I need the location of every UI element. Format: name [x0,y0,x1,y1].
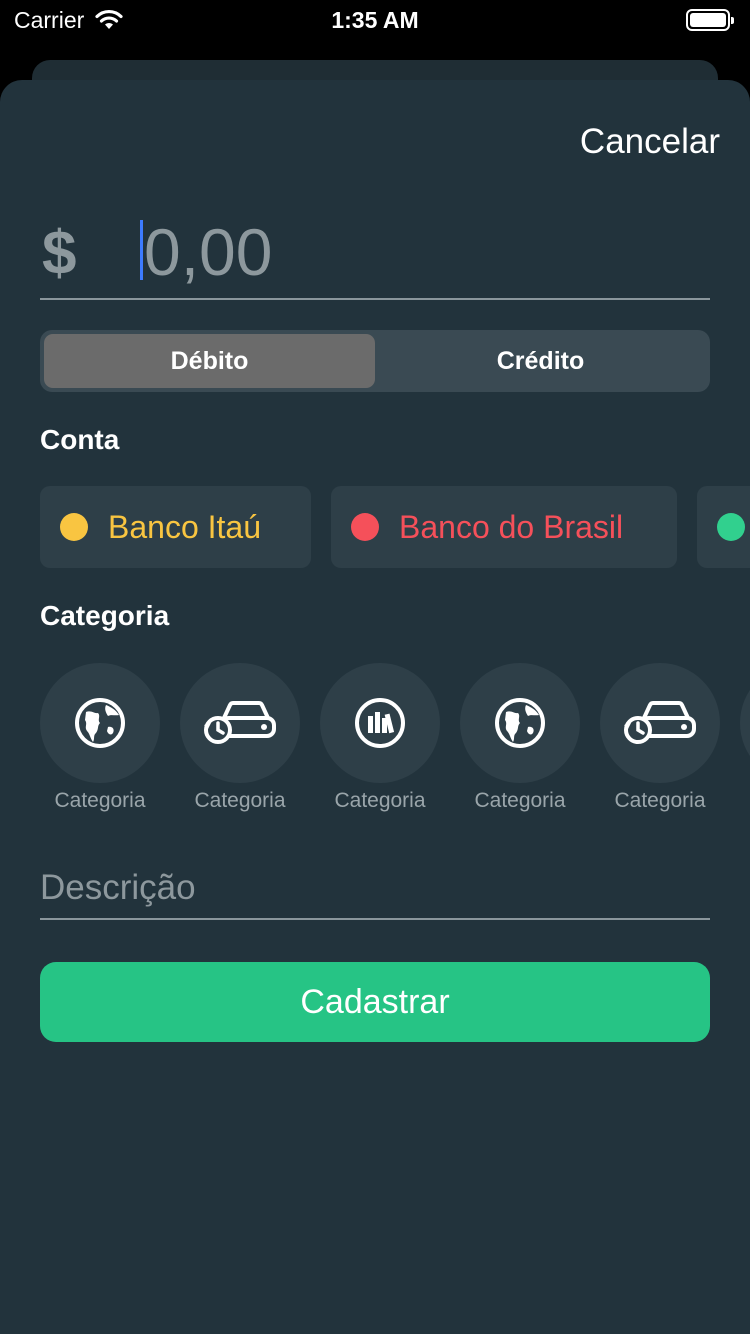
category-circle [320,663,440,783]
account-name: Banco Itaú [108,508,261,545]
amount-field[interactable]: $ 0,00 [40,208,710,300]
new-transaction-sheet: Cancelar $ 0,00 Débito Crédito Conta Ban… [0,80,750,1334]
wifi-icon [95,9,123,29]
category-label: Categoria [194,789,286,812]
category-circle [600,663,720,783]
description-field [40,858,710,920]
category-item[interactable]: Categoria [180,663,300,813]
text-cursor [140,220,143,280]
account-item-banco-itau[interactable]: Banco Itaú [40,486,311,568]
amount-placeholder: 0,00 [144,215,273,289]
globe-icon [75,698,125,748]
description-input[interactable] [40,858,710,918]
submit-button[interactable]: Cadastrar [40,962,710,1042]
account-color-dot [60,513,88,541]
carrier-label: Carrier [14,6,85,33]
segment-debit[interactable]: Débito [44,334,375,388]
category-item[interactable]: Categoria [460,663,580,813]
category-circle [40,663,160,783]
category-label: Categoria [474,789,566,812]
category-label: Categoria [614,789,706,812]
category-item[interactable]: Categoria [320,663,440,813]
globe-icon [495,698,545,748]
category-circle [180,663,300,783]
category-section-title: Categoria [40,600,170,631]
account-name: Banco do Brasil [399,508,624,545]
account-color-dot [717,513,745,541]
battery-icon [686,9,734,31]
account-item-partial[interactable] [697,486,750,568]
car-history-icon [624,701,696,744]
status-bar: Carrier [0,0,750,40]
category-item[interactable]: Categoria [600,663,720,813]
library-icon [355,698,405,748]
account-section-title: Conta [40,424,120,455]
cancel-button[interactable]: Cancelar [580,122,720,162]
category-item-partial[interactable] [740,663,750,783]
category-item[interactable]: Categoria [40,663,160,813]
carrier-info: Carrier [14,7,124,34]
category-circle [740,663,750,783]
car-history-icon [204,701,276,744]
segment-credit[interactable]: Crédito [375,334,706,388]
category-circle [460,663,580,783]
category-list: Categoria Categoria Categoria Categoria … [40,663,750,823]
account-item-banco-do-brasil[interactable]: Banco do Brasil [331,486,677,568]
category-label: Categoria [334,789,426,812]
category-label: Categoria [54,789,146,812]
currency-symbol: $ [42,219,77,288]
transaction-type-segment: Débito Crédito [40,330,710,392]
account-list: Banco Itaú Banco do Brasil [40,486,750,568]
account-color-dot [351,513,379,541]
